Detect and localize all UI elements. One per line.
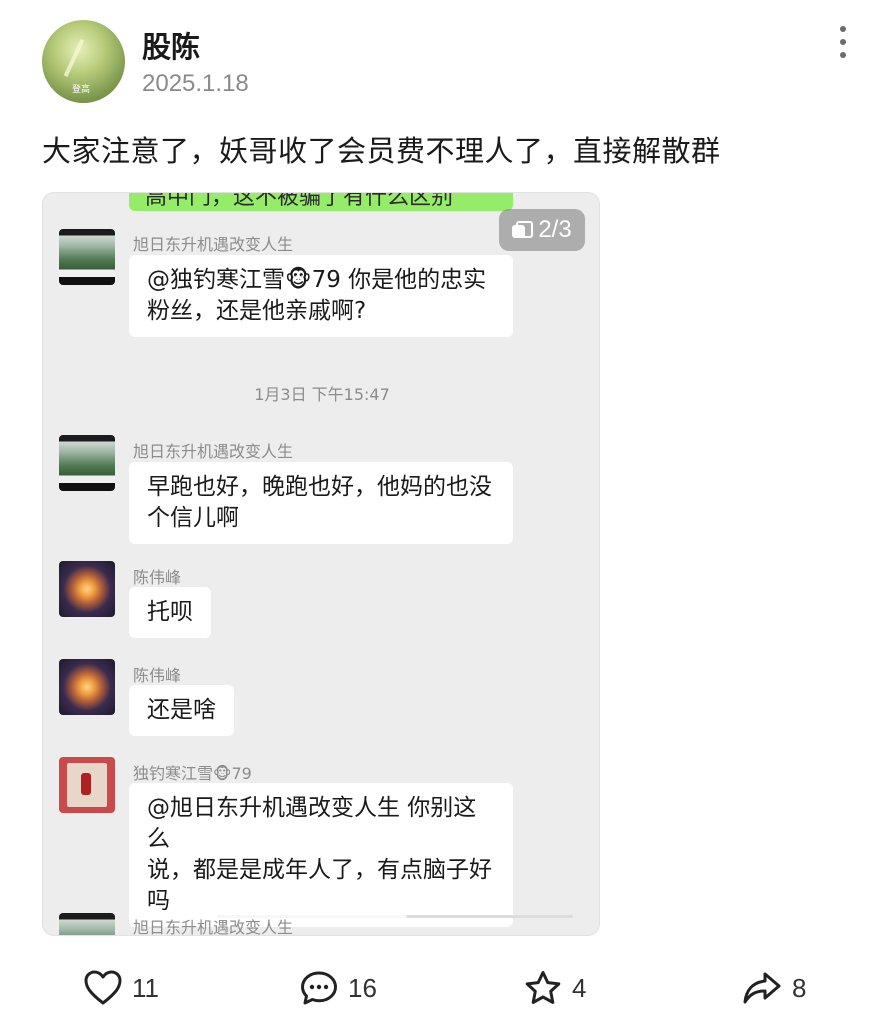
page-indicator-text: 2/3 <box>538 216 572 243</box>
chat-bubble: 还是啥 <box>129 685 234 736</box>
comment-icon <box>301 971 337 1005</box>
bubble-line: @独钓寒江雪🐵79 你是他的忠实 <box>147 267 487 293</box>
star-icon <box>525 971 561 1004</box>
avatar <box>59 435 115 491</box>
message-sender: 陈伟峰 <box>133 666 182 685</box>
like-count: 11 <box>132 972 159 1003</box>
scroll-thumb <box>217 915 407 918</box>
avatar <box>59 659 115 715</box>
avatar <box>59 229 115 285</box>
message-sender: 陈伟峰 <box>133 568 182 587</box>
bubble-line: 粉丝，还是他亲戚啊? <box>147 298 367 324</box>
bubble-line: 说，都是是成年人了，有点脑子好 <box>147 857 492 883</box>
share-button[interactable]: 8 <box>742 970 806 1006</box>
bubble-line: 吗 <box>147 888 170 914</box>
image-page-indicator: 2/3 <box>499 209 585 251</box>
like-button[interactable]: 11 <box>84 970 159 1006</box>
more-options-icon[interactable] <box>832 26 854 58</box>
comment-button[interactable]: 16 <box>300 970 377 1006</box>
bubble-text: 高中门，这不被骗了有什么区别 <box>145 192 454 210</box>
avatar <box>59 561 115 617</box>
avatar <box>59 913 115 935</box>
chat-bubble: @旭日东升机遇改变人生 你别这么 说，都是是成年人了，有点脑子好 吗 <box>129 783 513 927</box>
avatar-artwork <box>67 763 107 807</box>
chat-screenshot-image[interactable]: 高中门，这不被骗了有什么区别 2/3 旭日东升机遇改变人生 @独钓寒江雪🐵79 … <box>42 192 600 936</box>
author-avatar[interactable]: 登高 <box>42 20 125 103</box>
favorite-count: 4 <box>572 972 587 1003</box>
message-sender: 旭日东升机遇改变人生 <box>133 442 294 461</box>
post-date: 2025.1.18 <box>142 70 249 97</box>
post-text: 大家注意了，妖哥收了会员费不理人了，直接解散群 <box>42 134 721 168</box>
message-sender: 旭日东升机遇改变人生 <box>133 235 294 254</box>
avatar-caption: 登高 <box>72 85 91 95</box>
bubble-line: 托呗 <box>147 599 193 625</box>
post-action-bar: 11 16 4 8 <box>0 960 893 1020</box>
more-dot <box>840 39 846 45</box>
comment-count: 16 <box>348 972 377 1003</box>
bubble-line: 还是啥 <box>147 697 216 723</box>
chat-bubble: 早跑也好，晚跑也好，他妈的也没 个信儿啊 <box>129 462 513 544</box>
chat-timestamp: 1月3日 下午15:47 <box>254 385 390 404</box>
chat-bubble: 托呗 <box>129 587 211 638</box>
avatar-decoration <box>63 39 85 77</box>
bubble-line: 个信儿啊 <box>147 505 239 531</box>
share-icon <box>743 972 781 1004</box>
heart-icon <box>84 970 122 1005</box>
share-count: 8 <box>792 972 807 1003</box>
more-dot <box>840 52 846 58</box>
bubble-line: @旭日东升机遇改变人生 你别这么 <box>147 795 477 852</box>
author-name[interactable]: 股陈 <box>142 24 200 66</box>
bubble-line: 早跑也好，晚跑也好，他妈的也没 <box>147 474 492 500</box>
favorite-button[interactable]: 4 <box>524 970 586 1006</box>
avatar <box>59 757 115 813</box>
chat-bubble-outgoing: 高中门，这不被骗了有什么区别 <box>129 192 513 211</box>
chat-bubble: @独钓寒江雪🐵79 你是他的忠实 粉丝，还是他亲戚啊? <box>129 255 513 337</box>
message-sender: 独钓寒江雪🐵79 <box>133 764 252 783</box>
image-scroll-indicator <box>217 915 573 918</box>
post-header: 登高 股陈 2025.1.18 <box>0 0 893 120</box>
more-dot <box>840 26 846 32</box>
multi-image-icon <box>512 221 534 239</box>
